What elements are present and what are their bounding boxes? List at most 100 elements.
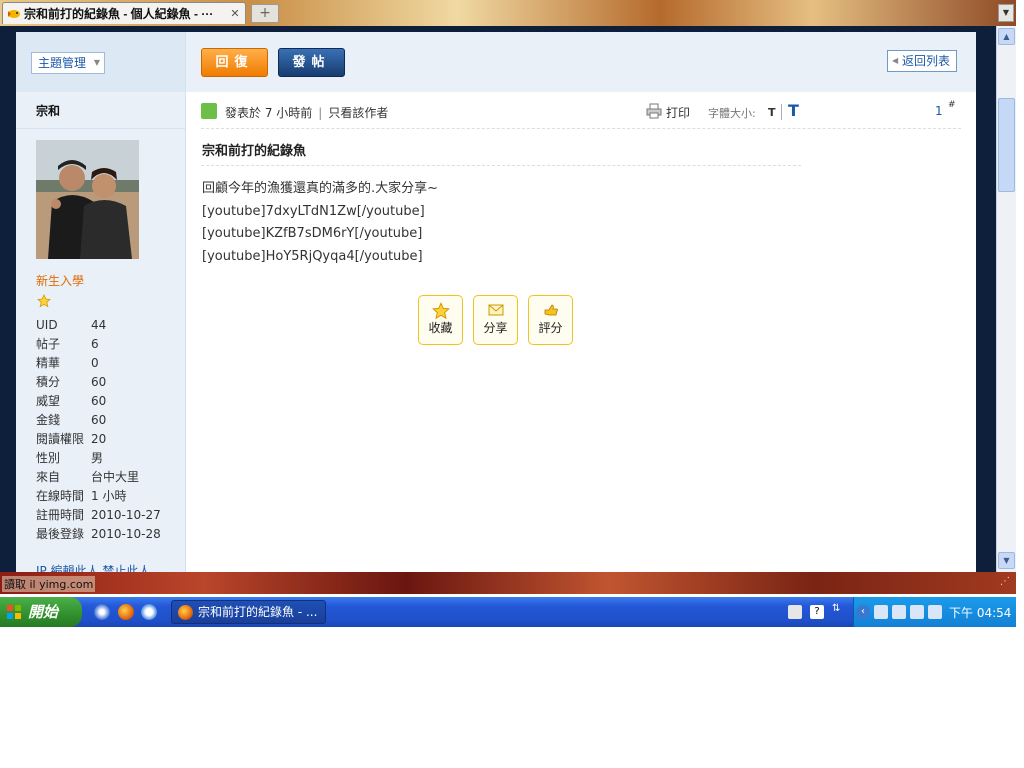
firefox-icon (178, 605, 193, 620)
stat-row: UID 44 (36, 316, 161, 335)
browser-tab[interactable]: 宗和前打的紀錄魚 - 個人紀錄魚 - ··· ✕ (2, 2, 246, 24)
action-icon-wrap (419, 296, 462, 320)
post-line: 回顧今年的漁獲還真的滿多的.大家分享~ (202, 181, 439, 196)
display-icon[interactable] (910, 605, 924, 619)
user-group-label[interactable]: 新生入學 (36, 272, 84, 289)
rate-label: 評分 (538, 321, 563, 335)
browser-status-bar: 讀取 il yimg.com ⋰ (0, 572, 1016, 594)
favorite-button[interactable]: 收藏 (418, 295, 463, 345)
share-button[interactable]: 分享 (473, 295, 518, 345)
stat-row: 金錢 60 (36, 411, 161, 430)
help-icon[interactable]: ? (810, 605, 824, 619)
resize-grip-icon[interactable]: ⋰ (1000, 576, 1014, 590)
scroll-thumb[interactable] (998, 98, 1015, 192)
post-meta: 發表於 7 小時前 | 只看該作者 (225, 104, 388, 121)
stat-value: 男 (91, 451, 104, 465)
chevron-left-icon: ◀ (892, 56, 899, 65)
author-admin-links[interactable]: IP 編輯此人 禁止此人 (36, 562, 150, 572)
stat-label: 閱讀權限 (36, 432, 85, 446)
stat-label: UID (36, 318, 58, 332)
sidebar-header: 主題管理 ▼ (16, 32, 185, 92)
share-label: 分享 (483, 321, 508, 335)
author-name[interactable]: 宗和 (36, 102, 60, 119)
stat-label: 精華 (36, 356, 61, 370)
floor-number-link[interactable]: 1 (935, 104, 943, 118)
scroll-down-arrow-icon[interactable]: ▼ (998, 552, 1015, 569)
taskbar-window-label: 宗和前打的紀錄魚 - ... (198, 605, 318, 619)
stat-value: 60 (91, 394, 107, 408)
stat-row: 精華 0 (36, 354, 161, 373)
stat-row: 在線時間 1 小時 (36, 487, 161, 506)
back-to-list-label: 返回列表 (902, 54, 951, 68)
tab-close-icon[interactable]: ✕ (228, 7, 242, 21)
stat-row: 積分 60 (36, 373, 161, 392)
status-text: 讀取 il yimg.com (2, 576, 96, 592)
topic-management-dropdown[interactable]: 主題管理 ▼ (31, 52, 106, 74)
only-author-link[interactable]: 只看該作者 (328, 106, 388, 120)
stat-label: 註冊時間 (36, 508, 85, 522)
printer-icon[interactable] (646, 103, 662, 119)
stat-value: 2010-10-27 (91, 508, 161, 522)
scroll-up-arrow-icon[interactable]: ▲ (998, 28, 1015, 45)
stat-label: 帖子 (36, 337, 61, 351)
stat-row: 閱讀權限 20 (36, 430, 161, 449)
start-label: 開始 (28, 603, 59, 621)
stat-value: 6 (91, 337, 99, 351)
tab-list-button[interactable]: ▼ (998, 4, 1014, 22)
stat-row: 帖子 6 (36, 335, 161, 354)
chevron-left-icon[interactable]: ‹ (856, 605, 870, 619)
new-post-button[interactable]: 發帖 (278, 48, 345, 77)
font-small-button[interactable]: T (768, 106, 776, 119)
forum-thread-page: 主題管理 ▼ 宗和 新生入學 UID 44 帖子 6 精華 0 積分 60 威望… (16, 32, 976, 572)
envelope-icon (488, 304, 503, 316)
quick-launch-desktop-icon[interactable] (94, 604, 110, 620)
divider (201, 128, 961, 129)
keyboard-icon[interactable] (788, 605, 802, 619)
page-viewport: 主題管理 ▼ 宗和 新生入學 UID 44 帖子 6 精華 0 積分 60 威望… (0, 26, 996, 572)
reply-button[interactable]: 回復 (201, 48, 268, 77)
font-large-button[interactable]: T (788, 101, 799, 120)
post-toolbar: 回復 發帖 ◀ 返回列表 (186, 32, 976, 92)
posted-time: 發表於 7 小時前 (225, 106, 313, 120)
network-icon[interactable] (874, 605, 888, 619)
quick-launch-media-player-icon[interactable] (141, 604, 157, 620)
browser-tab-strip: 宗和前打的紀錄魚 - 個人紀錄魚 - ··· ✕ + ▼ (0, 0, 1016, 26)
fish-favicon-icon (8, 9, 20, 18)
post-body: 回顧今年的漁獲還真的滿多的.大家分享~ [youtube]7dxyLTdN1Zw… (202, 178, 438, 268)
taskbar-window-button[interactable]: 宗和前打的紀錄魚 - ... (171, 600, 326, 624)
stat-value: 1 小時 (91, 489, 127, 503)
stat-label: 金錢 (36, 413, 61, 427)
rate-button[interactable]: 評分 (528, 295, 573, 345)
action-icon-wrap (529, 296, 572, 320)
new-tab-button[interactable]: + (251, 4, 279, 23)
stat-value: 0 (91, 356, 99, 370)
windows-taskbar: 開始 宗和前打的紀錄魚 - ... ? ⇅ ‹ 下午 04:54 (0, 597, 1016, 627)
post-line: [youtube]7dxyLTdN1Zw[/youtube] (202, 203, 425, 219)
avatar[interactable] (36, 140, 139, 259)
stat-row: 性別 男 (36, 449, 161, 468)
back-to-list-button[interactable]: ◀ 返回列表 (887, 50, 958, 72)
stat-label: 積分 (36, 375, 61, 389)
vertical-scrollbar[interactable]: ▲ ▼ (996, 26, 1016, 572)
star-icon (37, 294, 51, 308)
stat-value: 20 (91, 432, 107, 446)
security-shield-icon[interactable] (928, 605, 942, 619)
print-link[interactable]: 打印 (666, 104, 690, 121)
volume-icon[interactable] (892, 605, 906, 619)
user-online-icon (201, 103, 217, 119)
stat-value: 台中大里 (91, 470, 140, 484)
stat-label: 威望 (36, 394, 61, 408)
system-tray: ‹ 下午 04:54 (853, 597, 1016, 627)
quick-launch-firefox-icon[interactable] (118, 604, 134, 620)
stat-row: 來自 台中大里 (36, 468, 161, 487)
separator: | (318, 106, 323, 120)
start-button[interactable]: 開始 (0, 597, 82, 627)
stat-row: 威望 60 (36, 392, 161, 411)
stat-row: 最後登錄 2010-10-28 (36, 525, 161, 544)
post-line: [youtube]KZfB7sDM6rY[/youtube] (202, 226, 423, 241)
chevron-down-icon: ▼ (93, 58, 101, 67)
language-bar-icon[interactable]: ⇅ (832, 604, 846, 619)
divider (16, 128, 186, 129)
clock[interactable]: 下午 04:54 (949, 604, 1011, 621)
stat-row: 註冊時間 2010-10-27 (36, 506, 161, 525)
